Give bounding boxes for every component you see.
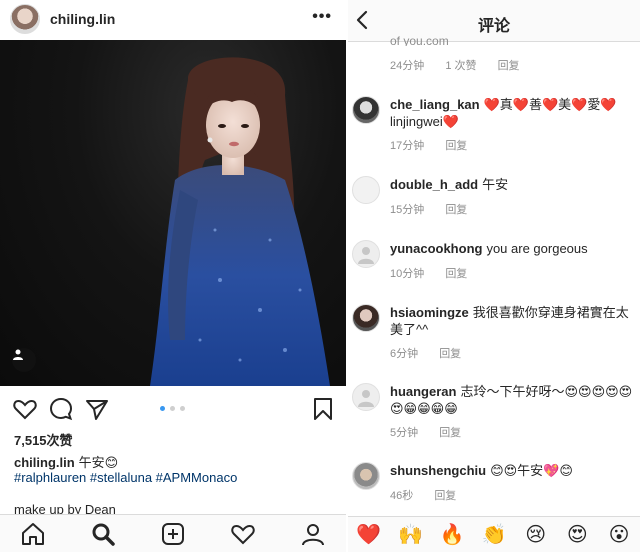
- comment-item: hsiaomingze 我很喜歡你穿連身裙實在太美了^^ 6分钟 回复: [348, 304, 640, 360]
- avatar[interactable]: [352, 304, 380, 332]
- comment-time: 6分钟: [390, 348, 419, 360]
- comment-username[interactable]: double_h_add: [390, 177, 478, 192]
- avatar[interactable]: [352, 383, 380, 411]
- comment-time: 17分钟: [390, 140, 425, 152]
- hashtags[interactable]: #ralphlauren #stellaluna #APMMonaco: [14, 470, 237, 485]
- avatar[interactable]: [352, 240, 380, 268]
- more-options-icon[interactable]: •••: [312, 8, 332, 26]
- caption-text: 午安😊: [78, 455, 119, 470]
- carousel-dot: [160, 406, 165, 411]
- reply-button[interactable]: 回复: [445, 204, 467, 216]
- emoji-heart-eyes-button[interactable]: 😍: [563, 522, 591, 547]
- carousel-dot: [170, 406, 175, 411]
- emoji-crying-button[interactable]: 😢: [522, 522, 550, 547]
- comment-likes[interactable]: 1 次赞: [445, 60, 476, 72]
- comment-time: 10分钟: [390, 268, 425, 280]
- post-caption: chiling.lin 午安😊: [14, 452, 118, 471]
- partial-comment-text: of you.com: [390, 36, 449, 46]
- comment-username[interactable]: che_liang_kan: [390, 97, 480, 112]
- reply-button[interactable]: 回复: [439, 427, 461, 439]
- emoji-surprised-button[interactable]: 😮: [605, 522, 633, 547]
- comment-meta: 17分钟 回复: [390, 137, 485, 153]
- carousel-dot: [180, 406, 185, 411]
- comment-time: 15分钟: [390, 204, 425, 216]
- reply-button[interactable]: 回复: [445, 268, 467, 280]
- comment-meta: 46秒 回复: [390, 487, 474, 503]
- bottom-tab-bar: [0, 514, 346, 552]
- comment-body: huangeran 志玲～下午好呀～😍😍😍😍😍😍😁😁😁😁: [390, 383, 638, 417]
- comment-text: you are gorgeous: [486, 241, 588, 256]
- post-panel: chiling.lin ••• 7,515次赞 chiling.lin 午安😊 …: [0, 0, 346, 552]
- bookmark-icon[interactable]: [310, 396, 336, 422]
- heart-icon[interactable]: [12, 396, 38, 422]
- default-avatar-icon: [358, 390, 374, 407]
- activity-heart-icon[interactable]: [230, 521, 256, 547]
- comment-username[interactable]: huangeran: [390, 384, 456, 399]
- comment-body: che_liang_kan ❤️真❤️善❤️美❤️愛❤️linjingwei❤️: [390, 96, 638, 130]
- post-username[interactable]: chiling.lin: [50, 11, 115, 27]
- share-icon[interactable]: [84, 396, 110, 422]
- comment-username[interactable]: hsiaomingze: [390, 305, 469, 320]
- comment-body: double_h_add 午安: [390, 176, 638, 193]
- comment-time: 5分钟: [390, 427, 419, 439]
- reply-button[interactable]: 回复: [445, 140, 467, 152]
- reply-button[interactable]: 回复: [439, 348, 461, 360]
- emoji-clap-button[interactable]: 👏: [480, 522, 508, 547]
- comment-item: shunshengchiu 😊😍午安💖😊 46秒 回复: [348, 462, 640, 504]
- emoji-heart-button[interactable]: ❤️: [355, 522, 383, 547]
- comment-text: 😊😍午安💖😊: [490, 463, 573, 478]
- home-icon[interactable]: [20, 521, 46, 547]
- avatar[interactable]: [352, 96, 380, 124]
- comment-meta: 15分钟 回复: [390, 201, 485, 217]
- emoji-raised-hands-button[interactable]: 🙌: [397, 522, 425, 547]
- comment-username[interactable]: shunshengchiu: [390, 463, 486, 478]
- reply-button[interactable]: 回复: [434, 490, 456, 502]
- post-header: chiling.lin •••: [0, 0, 346, 38]
- comment-body: shunshengchiu 😊😍午安💖😊: [390, 462, 638, 479]
- comment-text: 午安: [482, 177, 509, 192]
- comment-meta: 6分钟 回复: [390, 345, 479, 361]
- post-photo[interactable]: [0, 40, 346, 386]
- comment-meta: 5分钟 回复: [390, 424, 479, 440]
- comment-time: 46秒: [390, 490, 414, 502]
- comment-time: 24分钟: [390, 60, 425, 72]
- reply-button[interactable]: 回复: [498, 60, 520, 72]
- comment-item: che_liang_kan ❤️真❤️善❤️美❤️愛❤️linjingwei❤️ …: [348, 96, 640, 156]
- search-icon[interactable]: [90, 521, 116, 547]
- like-count[interactable]: 7,515次赞: [14, 430, 73, 449]
- page-title: 评论: [477, 18, 510, 35]
- emoji-fire-button[interactable]: 🔥: [438, 522, 466, 547]
- avatar[interactable]: [10, 4, 40, 34]
- comment-body: hsiaomingze 我很喜歡你穿連身裙實在太美了^^: [390, 304, 638, 338]
- partial-comment-meta: 24分钟 1 次赞 回复: [390, 57, 538, 73]
- avatar[interactable]: [352, 176, 380, 204]
- comment-item: huangeran 志玲～下午好呀～😍😍😍😍😍😍😁😁😁😁 5分钟 回复: [348, 383, 640, 439]
- comment-body: yunacookhong you are gorgeous: [390, 240, 638, 257]
- comments-panel: 评论 of you.com 24分钟 1 次赞 回复 che_liang_kan…: [348, 0, 640, 552]
- caption-username[interactable]: chiling.lin: [14, 455, 75, 470]
- comment-meta: 10分钟 回复: [390, 265, 485, 281]
- new-post-icon[interactable]: [160, 521, 186, 547]
- carousel-dots: [160, 406, 185, 411]
- comment-icon[interactable]: [48, 396, 74, 422]
- quick-emoji-bar: ❤️ 🙌 🔥 👏 😢 😍 😮: [348, 516, 640, 552]
- photo-illustration: [150, 57, 330, 386]
- tagged-people-icon[interactable]: [12, 348, 36, 372]
- comment-item: double_h_add 午安 15分钟 回复: [348, 176, 640, 218]
- default-avatar-icon: [358, 247, 374, 264]
- comment-username[interactable]: yunacookhong: [390, 241, 482, 256]
- comment-item: yunacookhong you are gorgeous 10分钟 回复: [348, 240, 640, 282]
- profile-icon[interactable]: [300, 521, 326, 547]
- avatar[interactable]: [352, 462, 380, 490]
